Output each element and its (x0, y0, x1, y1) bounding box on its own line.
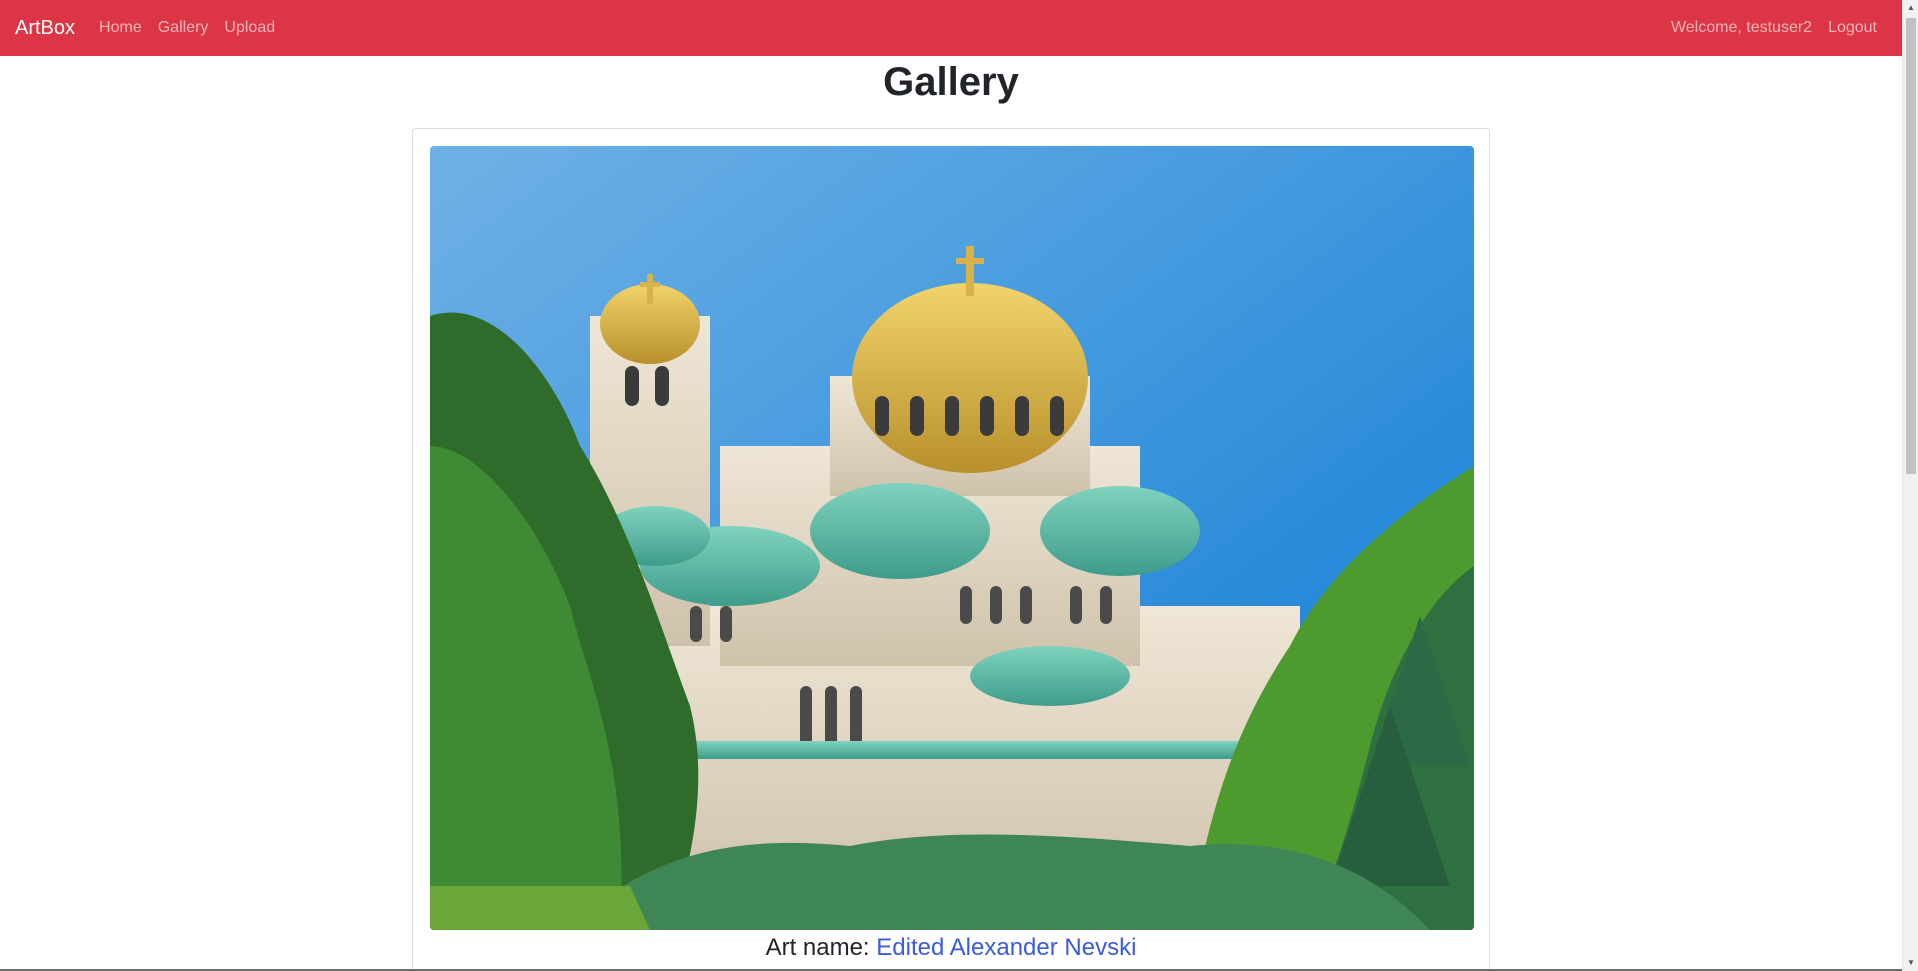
brand-logo[interactable]: ArtBox (15, 17, 75, 40)
artwork-image[interactable] (430, 146, 1474, 930)
nav-user-area: Welcome, testuser2 Logout (1671, 19, 1877, 37)
page-title: Gallery (883, 60, 1019, 104)
art-name-label: Art name: (765, 934, 870, 961)
cathedral-photo (430, 146, 1474, 930)
nav-link-upload[interactable]: Upload (224, 19, 275, 37)
artwork-card: Art name: Edited Alexander Nevski (412, 128, 1490, 971)
scroll-up-icon[interactable]: ▲ (1903, 0, 1918, 16)
welcome-text: Welcome, testuser2 (1670, 19, 1813, 36)
art-name-link[interactable]: Edited Alexander Nevski (876, 934, 1136, 961)
vertical-scrollbar[interactable]: ▲ ▼ (1902, 0, 1918, 971)
scroll-thumb[interactable] (1906, 18, 1916, 474)
nav-link-home[interactable]: Home (99, 19, 142, 37)
nav-link-gallery[interactable]: Gallery (158, 19, 209, 37)
logout-link[interactable]: Logout (1828, 19, 1877, 37)
scroll-down-icon[interactable]: ▼ (1903, 955, 1918, 971)
top-navbar: ArtBox Home Gallery Upload Welcome, test… (0, 0, 1902, 56)
artwork-caption: Art name: Edited Alexander Nevski (413, 932, 1489, 964)
